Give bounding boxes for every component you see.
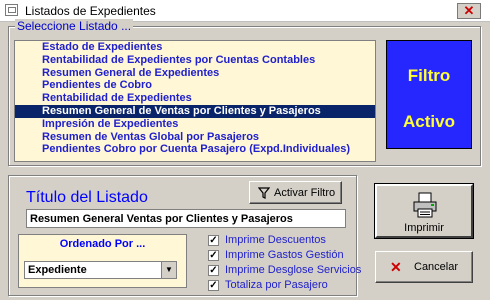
activo-label: Activo — [403, 112, 455, 131]
titulo-label: Título del Listado — [26, 189, 148, 206]
listado-listbox[interactable]: Estado de Expedientes Rentabilidad de Ex… — [14, 40, 376, 162]
checkbox-icon: ✓ — [208, 235, 219, 246]
chevron-down-icon[interactable]: ▼ — [161, 262, 176, 278]
list-item[interactable]: Rentabilidad de Expedientes por Cuentas … — [15, 54, 375, 67]
activar-filtro-button[interactable]: Activar Filtro — [249, 181, 342, 204]
checkbox-icon: ✓ — [208, 250, 219, 261]
checkbox-label: Imprime Gastos Gestión — [225, 249, 344, 261]
close-button[interactable]: ✕ — [457, 3, 481, 19]
window-title: Listados de Expedientes — [25, 4, 156, 18]
list-item[interactable]: Impresión de Expedientes — [15, 118, 375, 131]
imprimir-label: Imprimir — [404, 222, 444, 234]
filtro-activo-indicator: Filtro Activo — [386, 40, 472, 149]
ordenado-label: Ordenado Por ... — [59, 238, 146, 250]
list-item-selected[interactable]: Resumen General de Ventas por Clientes y… — [15, 104, 375, 118]
close-icon: ✕ — [463, 3, 475, 18]
checkbox-icon: ✓ — [208, 280, 219, 291]
list-item[interactable]: Resumen de Ventas Global por Pasajeros — [15, 131, 375, 144]
checkbox-label: Imprime Descuentos — [225, 234, 326, 246]
filtro-label: Filtro — [407, 66, 451, 85]
titulo-input[interactable]: Resumen General Ventas por Clientes y Pa… — [26, 209, 346, 228]
cancelar-button[interactable]: ✕ Cancelar — [375, 251, 473, 283]
checkbox-label: Totaliza por Pasajero — [225, 279, 328, 291]
cancelar-label: Cancelar — [414, 261, 459, 273]
checkbox-label: Imprime Desglose Servicios — [225, 264, 362, 276]
list-item[interactable]: Rentabilidad de Expedientes — [15, 92, 375, 105]
ordenado-group: Ordenado Por ... Expediente ▼ — [18, 234, 187, 288]
list-item[interactable]: Pendientes de Cobro — [15, 79, 375, 92]
ordenado-select[interactable]: Expediente ▼ — [24, 261, 177, 279]
list-item[interactable]: Resumen General de Expedientes — [15, 67, 375, 80]
list-item[interactable]: Pendientes Cobro por Cuenta Pasajero (Ex… — [15, 143, 375, 156]
imprimir-button[interactable]: Imprimir — [375, 184, 473, 238]
funnel-icon — [258, 187, 270, 199]
activar-filtro-label: Activar Filtro — [274, 187, 336, 199]
listado-group-label: Seleccione Listado ... — [15, 19, 134, 33]
list-item[interactable]: Estado de Expedientes — [15, 41, 375, 54]
checkbox-icon: ✓ — [208, 265, 219, 276]
ordenado-value: Expediente — [28, 264, 87, 276]
x-icon: ✕ — [390, 259, 402, 275]
printer-icon — [413, 192, 437, 218]
window-icon — [5, 4, 18, 16]
